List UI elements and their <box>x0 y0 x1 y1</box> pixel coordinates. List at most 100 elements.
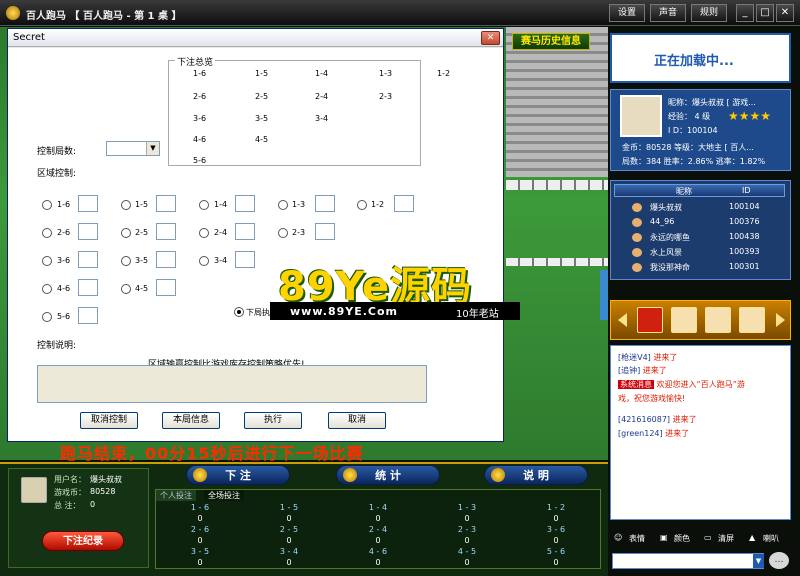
area-radio[interactable] <box>42 200 52 210</box>
panel-toggle-handle[interactable] <box>600 270 608 320</box>
bet-cell-label[interactable]: 3 - 4 <box>245 547 333 557</box>
area-input[interactable] <box>156 195 176 212</box>
control-desc-box[interactable] <box>37 365 427 403</box>
area-input[interactable] <box>235 251 255 268</box>
gift-lips-icon[interactable] <box>739 307 765 333</box>
player-name[interactable]: 我没那神命 <box>650 262 690 273</box>
area-radio[interactable] <box>199 256 209 266</box>
clear-icon[interactable]: ▭ <box>704 533 712 542</box>
chat-input[interactable] <box>612 553 764 569</box>
dialog-title-bar: Secret ✕ <box>8 29 503 47</box>
bet-cell-label[interactable]: 4 - 5 <box>423 547 511 557</box>
chat-user: [421616087] <box>618 415 671 424</box>
cancel-button[interactable]: 取消 <box>328 412 386 429</box>
area-input[interactable] <box>315 223 335 240</box>
emoji-icon[interactable]: ☺ <box>614 533 622 542</box>
bet-cell-label[interactable]: 1 - 3 <box>423 503 511 513</box>
area-radio[interactable] <box>42 284 52 294</box>
tab-help[interactable]: 说 明 <box>484 465 588 485</box>
bet-cell-label[interactable]: 4 - 6 <box>334 547 422 557</box>
area-radio[interactable] <box>42 312 52 322</box>
area-radio[interactable] <box>121 256 131 266</box>
area-input[interactable] <box>78 307 98 324</box>
color-button[interactable]: 颜色 <box>674 533 690 544</box>
area-radio[interactable] <box>121 228 131 238</box>
chevron-down-icon[interactable]: ▼ <box>146 142 159 155</box>
player-name[interactable]: 爆头叔叔 <box>650 202 682 213</box>
area-input[interactable] <box>235 223 255 240</box>
area-input[interactable] <box>235 195 255 212</box>
area-radio[interactable] <box>278 200 288 210</box>
area-input[interactable] <box>78 223 98 240</box>
dialog-close-icon[interactable]: ✕ <box>481 31 500 45</box>
area-input[interactable] <box>156 223 176 240</box>
next-round-radio[interactable] <box>234 307 244 317</box>
bet-cell-label[interactable]: 2 - 5 <box>245 525 333 535</box>
bet-cell-label[interactable]: 3 - 6 <box>512 525 600 535</box>
area-input[interactable] <box>315 195 335 212</box>
race-history-button[interactable]: 赛马历史信息 <box>512 33 590 50</box>
player-id: 100393 <box>729 247 760 256</box>
bet-cell-label[interactable]: 2 - 6 <box>156 525 244 535</box>
bet-cell-label[interactable]: 2 - 3 <box>423 525 511 535</box>
emoji-button[interactable]: 表情 <box>629 533 645 544</box>
gift-flower-icon[interactable] <box>705 307 731 333</box>
bet-cell-label[interactable]: 1 - 5 <box>245 503 333 513</box>
area-radio[interactable] <box>199 200 209 210</box>
bet-cell-label[interactable]: 5 - 6 <box>512 547 600 557</box>
cancel-control-button[interactable]: 取消控制 <box>80 412 138 429</box>
rules-button[interactable]: 规则 <box>691 4 727 22</box>
area-radio[interactable] <box>42 228 52 238</box>
area-input[interactable] <box>78 195 98 212</box>
bet-cell-label[interactable]: 3 - 5 <box>156 547 244 557</box>
area-radio[interactable] <box>278 228 288 238</box>
bet-cell-label[interactable]: 1 - 6 <box>156 503 244 513</box>
overview-item: 1-5 <box>255 69 269 78</box>
color-icon[interactable]: ▣ <box>660 533 668 542</box>
area-radio[interactable] <box>121 284 131 294</box>
arrow-right-icon[interactable] <box>776 313 785 327</box>
tab-bet[interactable]: 下 注 <box>186 465 290 485</box>
player-name[interactable]: 44_96 <box>650 217 674 226</box>
area-radio[interactable] <box>42 256 52 266</box>
maximize-icon[interactable]: □ <box>756 4 774 22</box>
dialog-body: 下注总览 1-6 1-5 1-4 1-3 1-2 2-6 2-5 2-4 2-3… <box>8 48 503 441</box>
minimize-icon[interactable]: _ <box>736 4 754 22</box>
settings-button[interactable]: 设置 <box>609 4 645 22</box>
speaker-icon[interactable]: ▲ <box>749 533 755 542</box>
speaker-button[interactable]: 喇叭 <box>763 533 779 544</box>
execute-button[interactable]: 执行 <box>244 412 302 429</box>
tab-stats[interactable]: 统 计 <box>336 465 440 485</box>
area-input[interactable] <box>156 251 176 268</box>
gift-egg-icon[interactable] <box>671 307 697 333</box>
tab-bet-label: 下 注 <box>225 469 251 482</box>
area-radio[interactable] <box>121 200 131 210</box>
send-icon[interactable]: … <box>769 552 789 569</box>
player-name[interactable]: 永远的哪鱼 <box>650 232 690 243</box>
arrow-left-icon[interactable] <box>618 313 627 327</box>
bet-cell-label[interactable]: 1 - 2 <box>512 503 600 513</box>
tab-personal-bet[interactable]: 个人投注 <box>156 490 196 501</box>
bet-cell-value: 0 <box>375 536 381 545</box>
bet-record-button[interactable]: 下注纪录 <box>42 531 124 551</box>
system-message-badge: 系统消息 <box>618 380 654 389</box>
chat-msg: 进来了 <box>653 353 678 362</box>
area-radio[interactable] <box>199 228 209 238</box>
area-radio[interactable] <box>357 200 367 210</box>
round-info-button[interactable]: 本局信息 <box>162 412 220 429</box>
area-input[interactable] <box>78 279 98 296</box>
round-count-select[interactable]: ▼ <box>106 141 160 156</box>
bet-cell-label[interactable]: 1 - 4 <box>334 503 422 513</box>
bet-cell-label[interactable]: 2 - 4 <box>334 525 422 535</box>
area-input[interactable] <box>156 279 176 296</box>
chevron-down-icon[interactable]: ▼ <box>753 554 764 568</box>
gift-car-icon[interactable] <box>637 307 663 333</box>
sound-button[interactable]: 声音 <box>650 4 686 22</box>
area-input[interactable] <box>78 251 98 268</box>
tab-all-bet[interactable]: 全场投注 <box>204 490 244 501</box>
clear-screen-button[interactable]: 清屏 <box>718 533 734 544</box>
area-input[interactable] <box>394 195 414 212</box>
overview-item: 3-5 <box>255 114 269 123</box>
close-icon[interactable]: ✕ <box>776 4 794 22</box>
player-name[interactable]: 水上风景 <box>650 247 682 258</box>
